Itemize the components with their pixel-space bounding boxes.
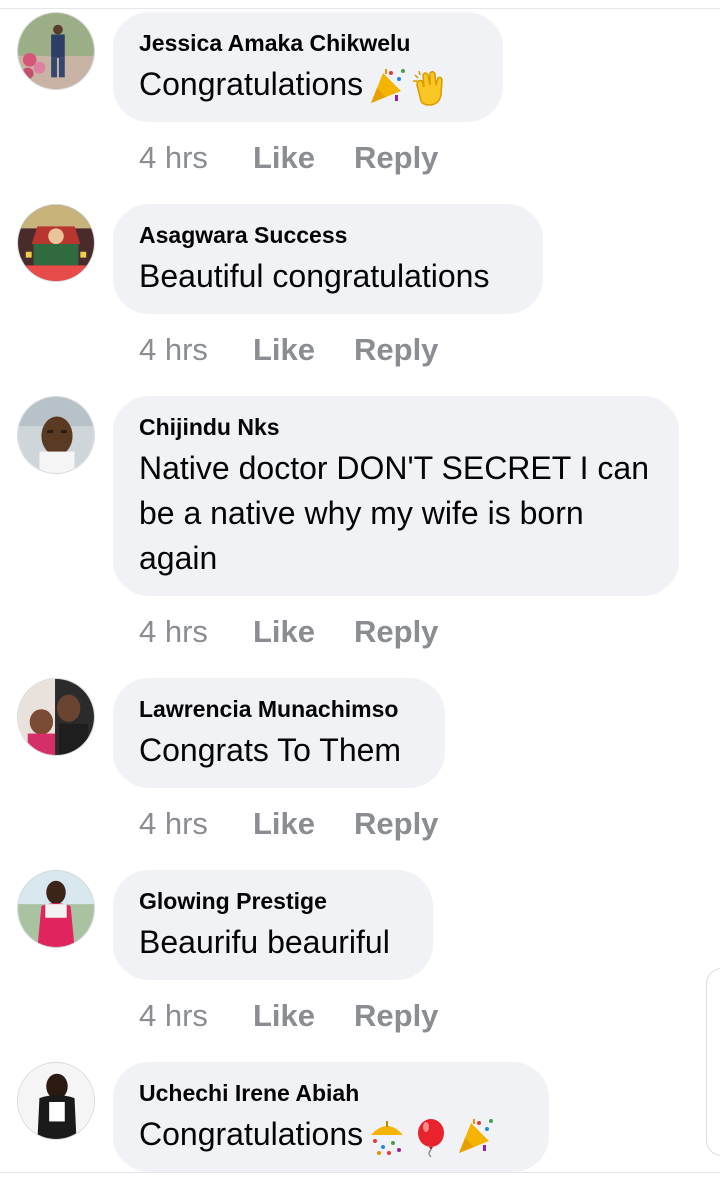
comment-timestamp[interactable]: 4 hrs: [139, 614, 208, 649]
comment-author[interactable]: Jessica Amaka Chikwelu: [139, 30, 410, 57]
party-popper-emoji: [459, 1118, 494, 1153]
balloon-emoji: [418, 1118, 445, 1157]
comment-text: Beaurifu beauriful: [139, 924, 390, 960]
avatar[interactable]: [17, 870, 95, 948]
like-button[interactable]: Like: [253, 998, 315, 1034]
comment-text: Congratulations: [139, 1112, 495, 1157]
avatar[interactable]: [17, 12, 95, 90]
comment-timestamp[interactable]: 4 hrs: [139, 140, 208, 175]
comment-timestamp[interactable]: 4 hrs: [139, 998, 208, 1033]
comment-text: Congrats To Them: [139, 732, 402, 768]
comment-bubble: Jessica Amaka Chikwelu Congratulations: [113, 12, 503, 122]
avatar-photo: [18, 397, 94, 473]
avatar[interactable]: [17, 1062, 95, 1140]
comment-author[interactable]: Glowing Prestige: [139, 888, 327, 915]
avatar-photo: [18, 1063, 94, 1139]
comment-body: Congratulations: [139, 66, 364, 102]
comment-timestamp[interactable]: 4 hrs: [139, 806, 208, 841]
comment-bubble: Chijindu Nks Native doctor DON'T SECRET …: [113, 396, 679, 596]
comment-author[interactable]: Lawrencia Munachimso: [139, 696, 398, 723]
comment-text: Native doctor DON'T SECRET I can be a na…: [139, 450, 649, 576]
comment-bubble: Glowing Prestige Beaurifu beauriful: [113, 870, 433, 980]
composer-edge: [706, 968, 720, 1156]
comment-author[interactable]: Uchechi Irene Abiah: [139, 1080, 359, 1107]
like-button[interactable]: Like: [253, 614, 315, 650]
avatar-photo: [18, 679, 94, 755]
comment-author[interactable]: Chijindu Nks: [139, 414, 280, 441]
avatar-photo: [18, 13, 94, 89]
reply-button[interactable]: Reply: [354, 332, 438, 368]
comment-text: Congratulations: [139, 62, 451, 107]
like-button[interactable]: Like: [253, 140, 315, 176]
comment-actions: 4 hrs Like Reply: [139, 806, 438, 842]
avatar[interactable]: [17, 678, 95, 756]
comment-author[interactable]: Asagwara Success: [139, 222, 347, 249]
avatar-photo: [18, 205, 94, 281]
reply-button[interactable]: Reply: [354, 998, 438, 1034]
party-popper-emoji: [371, 68, 406, 103]
avatar[interactable]: [17, 396, 95, 474]
reply-button[interactable]: Reply: [354, 614, 438, 650]
reply-button[interactable]: Reply: [354, 806, 438, 842]
comment-actions: 4 hrs Like Reply: [139, 614, 438, 650]
reply-button[interactable]: Reply: [354, 140, 438, 176]
like-button[interactable]: Like: [253, 806, 315, 842]
comment-actions: 4 hrs Like Reply: [139, 140, 438, 176]
comment-bubble: Uchechi Irene Abiah Congratulations: [113, 1062, 549, 1172]
comment-actions: 4 hrs Like Reply: [139, 332, 438, 368]
comment-actions: 4 hrs Like Reply: [139, 998, 438, 1034]
comment-body: Congratulations: [139, 1116, 364, 1152]
top-divider: [0, 0, 720, 9]
confetti-ball-emoji: [371, 1120, 404, 1155]
comment-bubble: Lawrencia Munachimso Congrats To Them: [113, 678, 445, 788]
avatar-photo: [18, 871, 94, 947]
avatar[interactable]: [17, 204, 95, 282]
comment-timestamp[interactable]: 4 hrs: [139, 332, 208, 367]
comment-text: Beautiful congratulations: [139, 258, 490, 294]
like-button[interactable]: Like: [253, 332, 315, 368]
comment-bubble: Asagwara Success Beautiful congratulatio…: [113, 204, 543, 314]
clapping-hands-emoji: [413, 70, 443, 106]
